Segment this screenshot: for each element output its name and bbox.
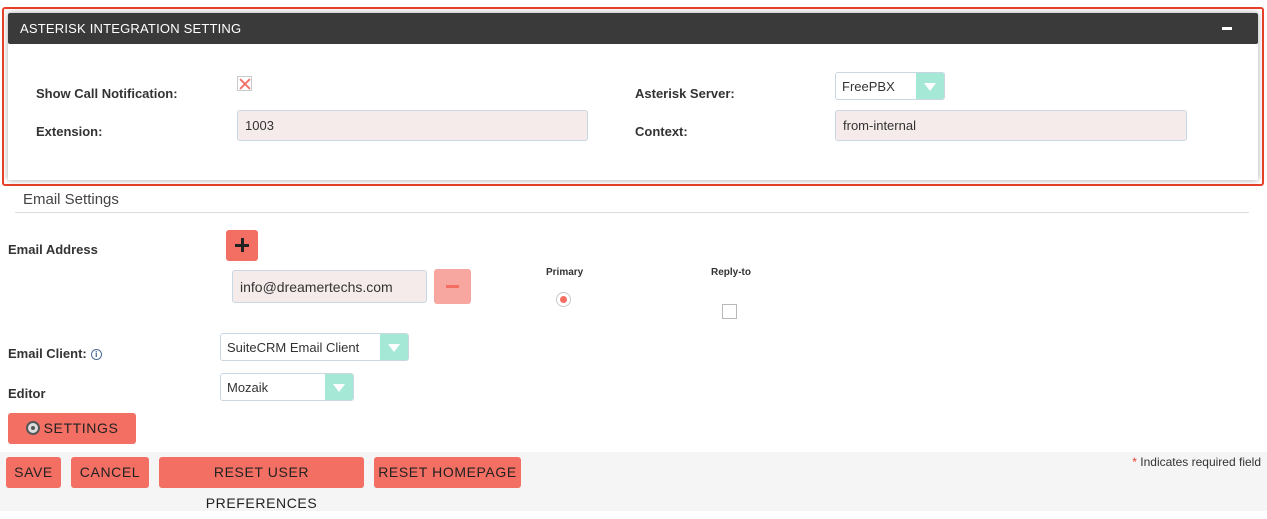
editor-label: Editor (8, 386, 46, 401)
editor-select[interactable]: Mozaik (220, 373, 354, 401)
primary-column-label: Primary (546, 267, 584, 278)
reply-to-column-label: Reply-to (711, 267, 751, 278)
asterisk-panel: ASTERISK INTEGRATION SETTING (8, 13, 1258, 180)
reset-user-preferences-button[interactable]: RESET USER PREFERENCES (159, 457, 364, 511)
info-icon[interactable]: i (90, 349, 102, 361)
add-email-button[interactable] (226, 230, 258, 261)
email-client-label-text: Email Client: (8, 346, 87, 361)
extension-input[interactable]: 1003 (237, 110, 588, 141)
chevron-down-icon (916, 73, 944, 99)
save-button[interactable]: SAVE (6, 457, 61, 488)
email-settings-title: Email Settings (23, 191, 119, 208)
editor-value: Mozaik (227, 380, 269, 395)
email-address-input[interactable]: info@dreamertechs.com (232, 270, 427, 303)
section-divider (15, 212, 1249, 213)
gear-icon (25, 421, 40, 435)
asterisk-server-value: FreePBX (842, 79, 895, 94)
cancel-button[interactable]: CANCEL (71, 457, 149, 488)
email-address-label: Email Address (8, 242, 98, 257)
reset-homepage-button[interactable]: RESET HOMEPAGE (374, 457, 521, 488)
show-call-notification-checkbox[interactable] (237, 76, 252, 91)
asterisk-panel-highlight: ASTERISK INTEGRATION SETTING (2, 7, 1264, 186)
remove-email-button[interactable] (434, 269, 471, 304)
email-client-select[interactable]: SuiteCRM Email Client (220, 333, 409, 361)
settings-button-label: SETTINGS (43, 420, 119, 436)
asterisk-panel-title: ASTERISK INTEGRATION SETTING (20, 21, 242, 36)
reply-to-checkbox[interactable] (722, 304, 737, 319)
email-client-label: Email Client: i (8, 346, 102, 361)
asterisk-server-select[interactable]: FreePBX (835, 72, 945, 100)
asterisk-server-label: Asterisk Server: (635, 86, 735, 101)
chevron-down-icon (380, 334, 408, 360)
email-client-value: SuiteCRM Email Client (227, 340, 360, 355)
collapse-icon[interactable] (1222, 27, 1232, 30)
asterisk-panel-header[interactable]: ASTERISK INTEGRATION SETTING (8, 13, 1258, 44)
show-call-notification-label: Show Call Notification: (36, 86, 178, 101)
required-note-text: Indicates required field (1136, 455, 1261, 469)
context-input[interactable]: from-internal (835, 110, 1187, 141)
context-label: Context: (635, 124, 688, 139)
primary-radio[interactable] (556, 292, 571, 307)
settings-button[interactable]: SETTINGS (8, 413, 136, 444)
extension-label: Extension: (36, 124, 103, 139)
required-field-note: * Indicates required field (1132, 455, 1261, 469)
chevron-down-icon (325, 374, 353, 400)
